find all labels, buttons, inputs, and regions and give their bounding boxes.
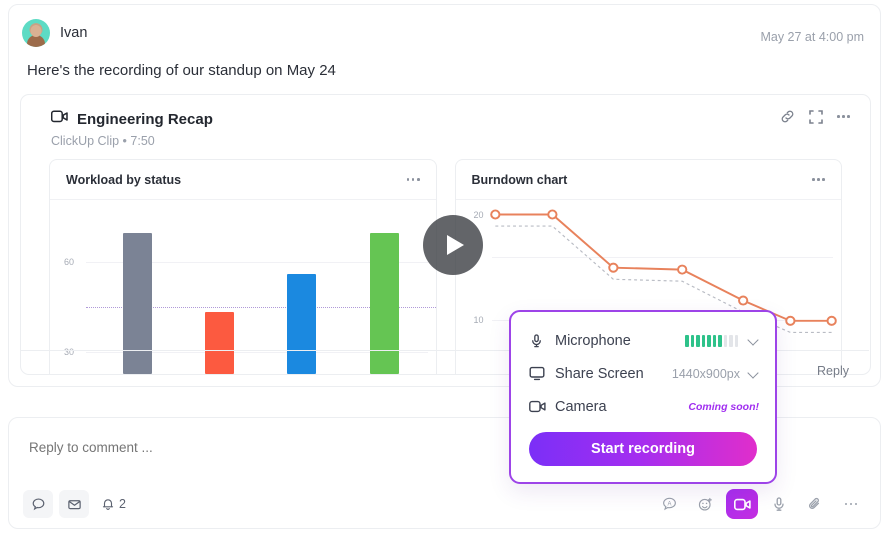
ai-assist-icon[interactable]: A <box>654 490 684 518</box>
envelope-icon[interactable] <box>59 490 89 518</box>
comment-body-text: Here's the recording of our standup on M… <box>27 62 336 79</box>
ellipsis-icon[interactable] <box>812 178 825 181</box>
recording-options-popover: Microphone Share Screen 1440x900px Camer… <box>509 310 777 484</box>
chevron-down-icon[interactable] <box>748 335 759 346</box>
chart-title: Workload by status <box>66 172 182 187</box>
link-icon[interactable] <box>780 109 795 124</box>
reply-button[interactable]: Reply <box>817 364 849 378</box>
bar-series <box>96 200 426 374</box>
svg-text:A: A <box>667 501 671 507</box>
expand-icon[interactable] <box>809 109 824 124</box>
comment-timestamp: May 27 at 4:00 pm <box>760 30 864 44</box>
chevron-down-icon[interactable] <box>748 368 759 379</box>
chart-panel-workload: Workload by status 60 30 <box>49 159 437 374</box>
start-recording-button[interactable]: Start recording <box>529 432 757 466</box>
chart-title: Burndown chart <box>471 172 568 187</box>
composer-left-tools: 2 <box>23 490 132 518</box>
recorder-row-microphone[interactable]: Microphone <box>529 324 759 357</box>
composer-toolbar: 2 A <box>9 480 880 528</box>
ellipsis-icon[interactable] <box>836 490 866 518</box>
record-clip-icon[interactable] <box>726 489 758 519</box>
monitor-icon <box>529 366 555 381</box>
coming-soon-badge: Coming soon! <box>688 400 759 413</box>
ellipsis-icon[interactable] <box>406 178 420 181</box>
comment-header: Ivan <box>22 19 87 47</box>
notification-count: 2 <box>119 497 126 511</box>
video-camera-icon <box>529 400 555 413</box>
bar-plot-area: 60 30 <box>50 200 436 374</box>
comment-icon[interactable] <box>23 490 53 518</box>
attachment-icon[interactable] <box>800 490 830 518</box>
clip-title: Engineering Recap <box>77 110 213 128</box>
recorder-row-camera: Camera Coming soon! <box>529 390 759 423</box>
panel-header: Workload by status <box>50 160 436 200</box>
ellipsis-icon[interactable] <box>837 115 850 118</box>
clip-actions <box>780 109 850 124</box>
microphone-icon[interactable] <box>764 490 794 518</box>
composer-right-tools: A <box>654 489 866 519</box>
panel-header: Burndown chart <box>455 160 841 200</box>
recorder-label: Camera <box>555 398 607 415</box>
clip-subtitle: ClickUp Clip • 7:50 <box>51 134 155 148</box>
recorder-label: Microphone <box>555 332 631 349</box>
clip-title-row: Engineering Recap <box>50 110 213 128</box>
emoji-icon[interactable] <box>690 490 720 518</box>
comment-thread-screen: Ivan May 27 at 4:00 pm Here's the record… <box>0 0 889 537</box>
play-icon <box>447 235 464 255</box>
y-tick: 60 <box>64 257 75 267</box>
bell-icon[interactable]: 2 <box>95 490 132 518</box>
microphone-icon <box>529 333 555 349</box>
microphone-level-meter <box>685 334 738 347</box>
screen-resolution-value: 1440x900px <box>671 366 740 381</box>
avatar[interactable] <box>22 19 50 47</box>
recorder-row-share-screen[interactable]: Share Screen 1440x900px <box>529 357 759 390</box>
play-button[interactable] <box>423 215 483 275</box>
recorder-label: Share Screen <box>555 365 644 382</box>
video-camera-icon <box>50 110 68 128</box>
author-name: Ivan <box>60 25 88 41</box>
